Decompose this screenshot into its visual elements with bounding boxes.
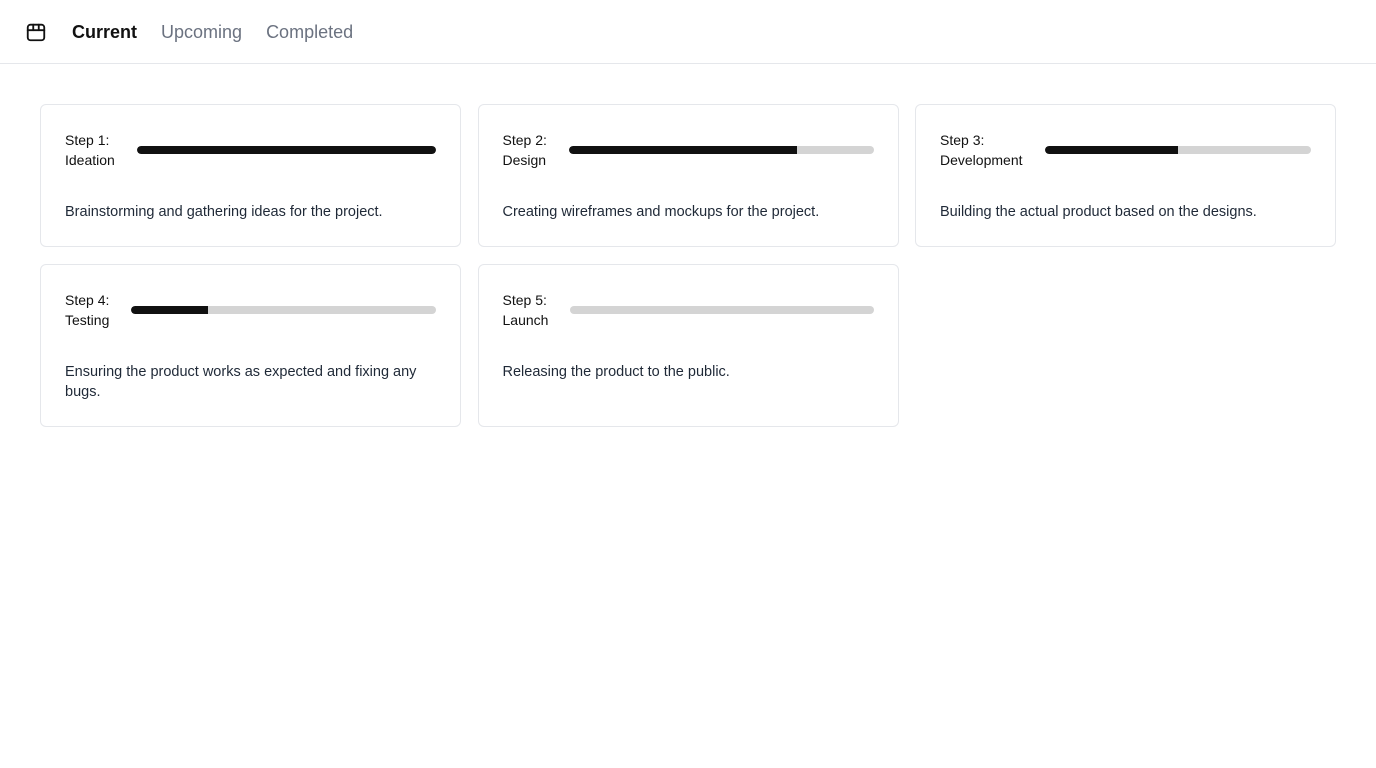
progress-bar (570, 306, 874, 314)
top-navigation: Current Upcoming Completed (0, 0, 1376, 64)
step-description: Ensuring the product works as expected a… (65, 364, 417, 400)
step-title: Step 3: Development (940, 132, 1023, 168)
progress-bar-fill (136, 146, 436, 154)
progress-bar-fill (131, 306, 208, 314)
progress-bar-fill (1044, 146, 1178, 154)
tab-current[interactable]: Current (72, 23, 137, 41)
step-description: Releasing the product to the public. (502, 364, 730, 380)
step-description: Building the actual product based on the… (940, 204, 1257, 220)
progress-bar (131, 306, 436, 314)
progress-bar (568, 146, 874, 154)
tab-upcoming[interactable]: Upcoming (161, 23, 242, 41)
step-card-header: Step 5: Launch (503, 290, 874, 330)
step-card-testing: Step 4: Testing Ensuring the product wor… (40, 264, 461, 427)
step-card-header: Step 4: Testing (65, 290, 436, 330)
package-icon[interactable] (25, 21, 47, 43)
tab-completed[interactable]: Completed (266, 23, 353, 41)
step-title: Step 1: Ideation (65, 132, 115, 168)
step-card-design: Step 2: Design Creating wireframes and m… (477, 104, 899, 247)
progress-bar (1044, 146, 1311, 154)
step-description: Brainstorming and gathering ideas for th… (65, 204, 383, 220)
step-card-header: Step 2: Design (503, 130, 874, 170)
step-title: Step 5: Launch (502, 292, 549, 328)
step-title: Step 4: Testing (65, 292, 110, 328)
steps-grid: Step 1: Ideation Brainstorming and gathe… (40, 104, 1336, 427)
progress-bar (136, 146, 436, 154)
step-card-header: Step 1: Ideation (65, 130, 436, 170)
step-card-header: Step 3: Development (940, 130, 1311, 170)
step-description: Creating wireframes and mockups for the … (502, 204, 820, 220)
step-card-launch: Step 5: Launch Releasing the product to … (477, 264, 899, 427)
step-title: Step 2: Design (502, 132, 547, 168)
progress-bar-fill (568, 146, 798, 154)
step-card-development: Step 3: Development Building the actual … (915, 104, 1336, 247)
step-card-ideation: Step 1: Ideation Brainstorming and gathe… (40, 104, 461, 247)
